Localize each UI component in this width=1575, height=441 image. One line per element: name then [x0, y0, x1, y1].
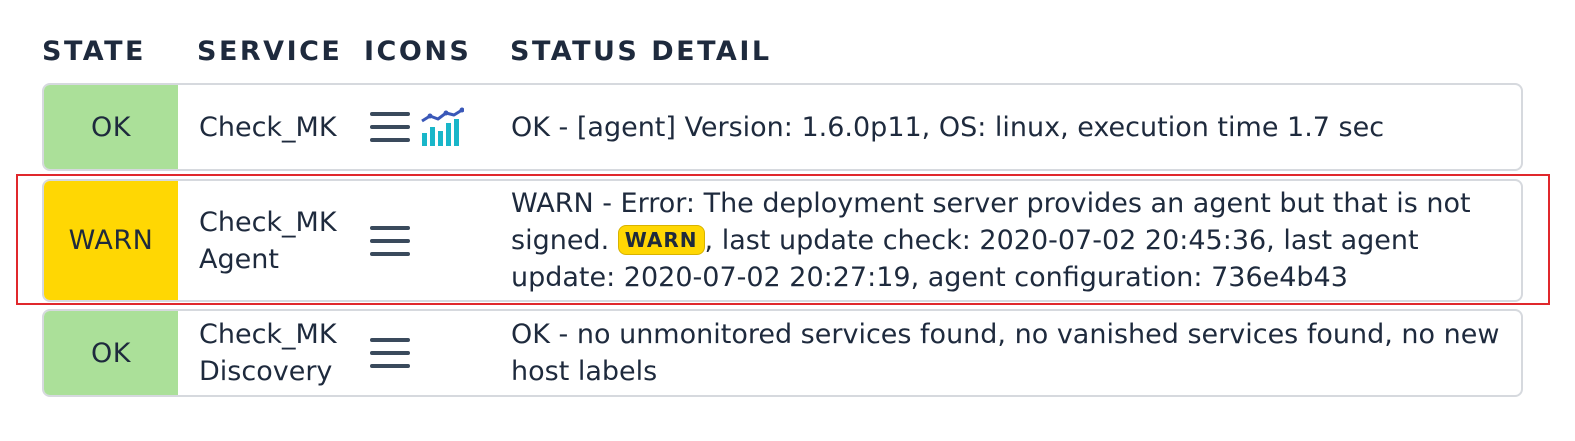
column-header-icons: ICONS [364, 36, 472, 67]
service-icons [370, 181, 510, 300]
service-name-line: Check_MK [199, 319, 337, 350]
state-badge: OK [44, 85, 178, 169]
state-badge: OK [44, 311, 178, 395]
service-name-line: Agent [199, 243, 279, 275]
status-detail: WARN - Error: The deployment server prov… [511, 181, 1511, 300]
service-name[interactable]: Check_MK Discovery [199, 311, 359, 395]
table-row: OK Check_MK OK - [agent] Version: 1.6.0p… [42, 83, 1523, 171]
menu-icon[interactable] [370, 110, 410, 144]
service-icons [370, 311, 510, 395]
service-icons [370, 85, 510, 169]
service-name-line: Discovery [199, 356, 333, 387]
menu-icon[interactable] [370, 224, 410, 258]
status-detail: OK - no unmonitored services found, no v… [511, 311, 1511, 395]
service-name-line: Check_MK [199, 111, 337, 143]
status-detail-text: OK - no unmonitored services found, no v… [511, 319, 1500, 387]
menu-icon[interactable] [370, 336, 410, 370]
warn-badge: WARN [617, 225, 705, 255]
table-row: OK Check_MK Discovery OK - no unmonitore… [42, 309, 1523, 397]
status-detail-text: OK - [agent] Version: 1.6.0p11, OS: linu… [511, 111, 1385, 143]
column-header-status-detail[interactable]: STATUS DETAIL [510, 34, 772, 70]
service-name-line: Check_MK [199, 206, 337, 238]
state-badge: WARN [44, 181, 178, 300]
column-header-state[interactable]: STATE [42, 34, 146, 70]
service-name[interactable]: Check_MK Agent [199, 181, 359, 300]
status-detail: OK - [agent] Version: 1.6.0p11, OS: linu… [511, 85, 1511, 169]
table-row: WARN Check_MK Agent WARN - Error: The de… [42, 179, 1523, 302]
graph-icon[interactable] [420, 107, 464, 147]
service-name[interactable]: Check_MK [199, 85, 359, 169]
column-header-service[interactable]: SERVICE [197, 34, 342, 70]
